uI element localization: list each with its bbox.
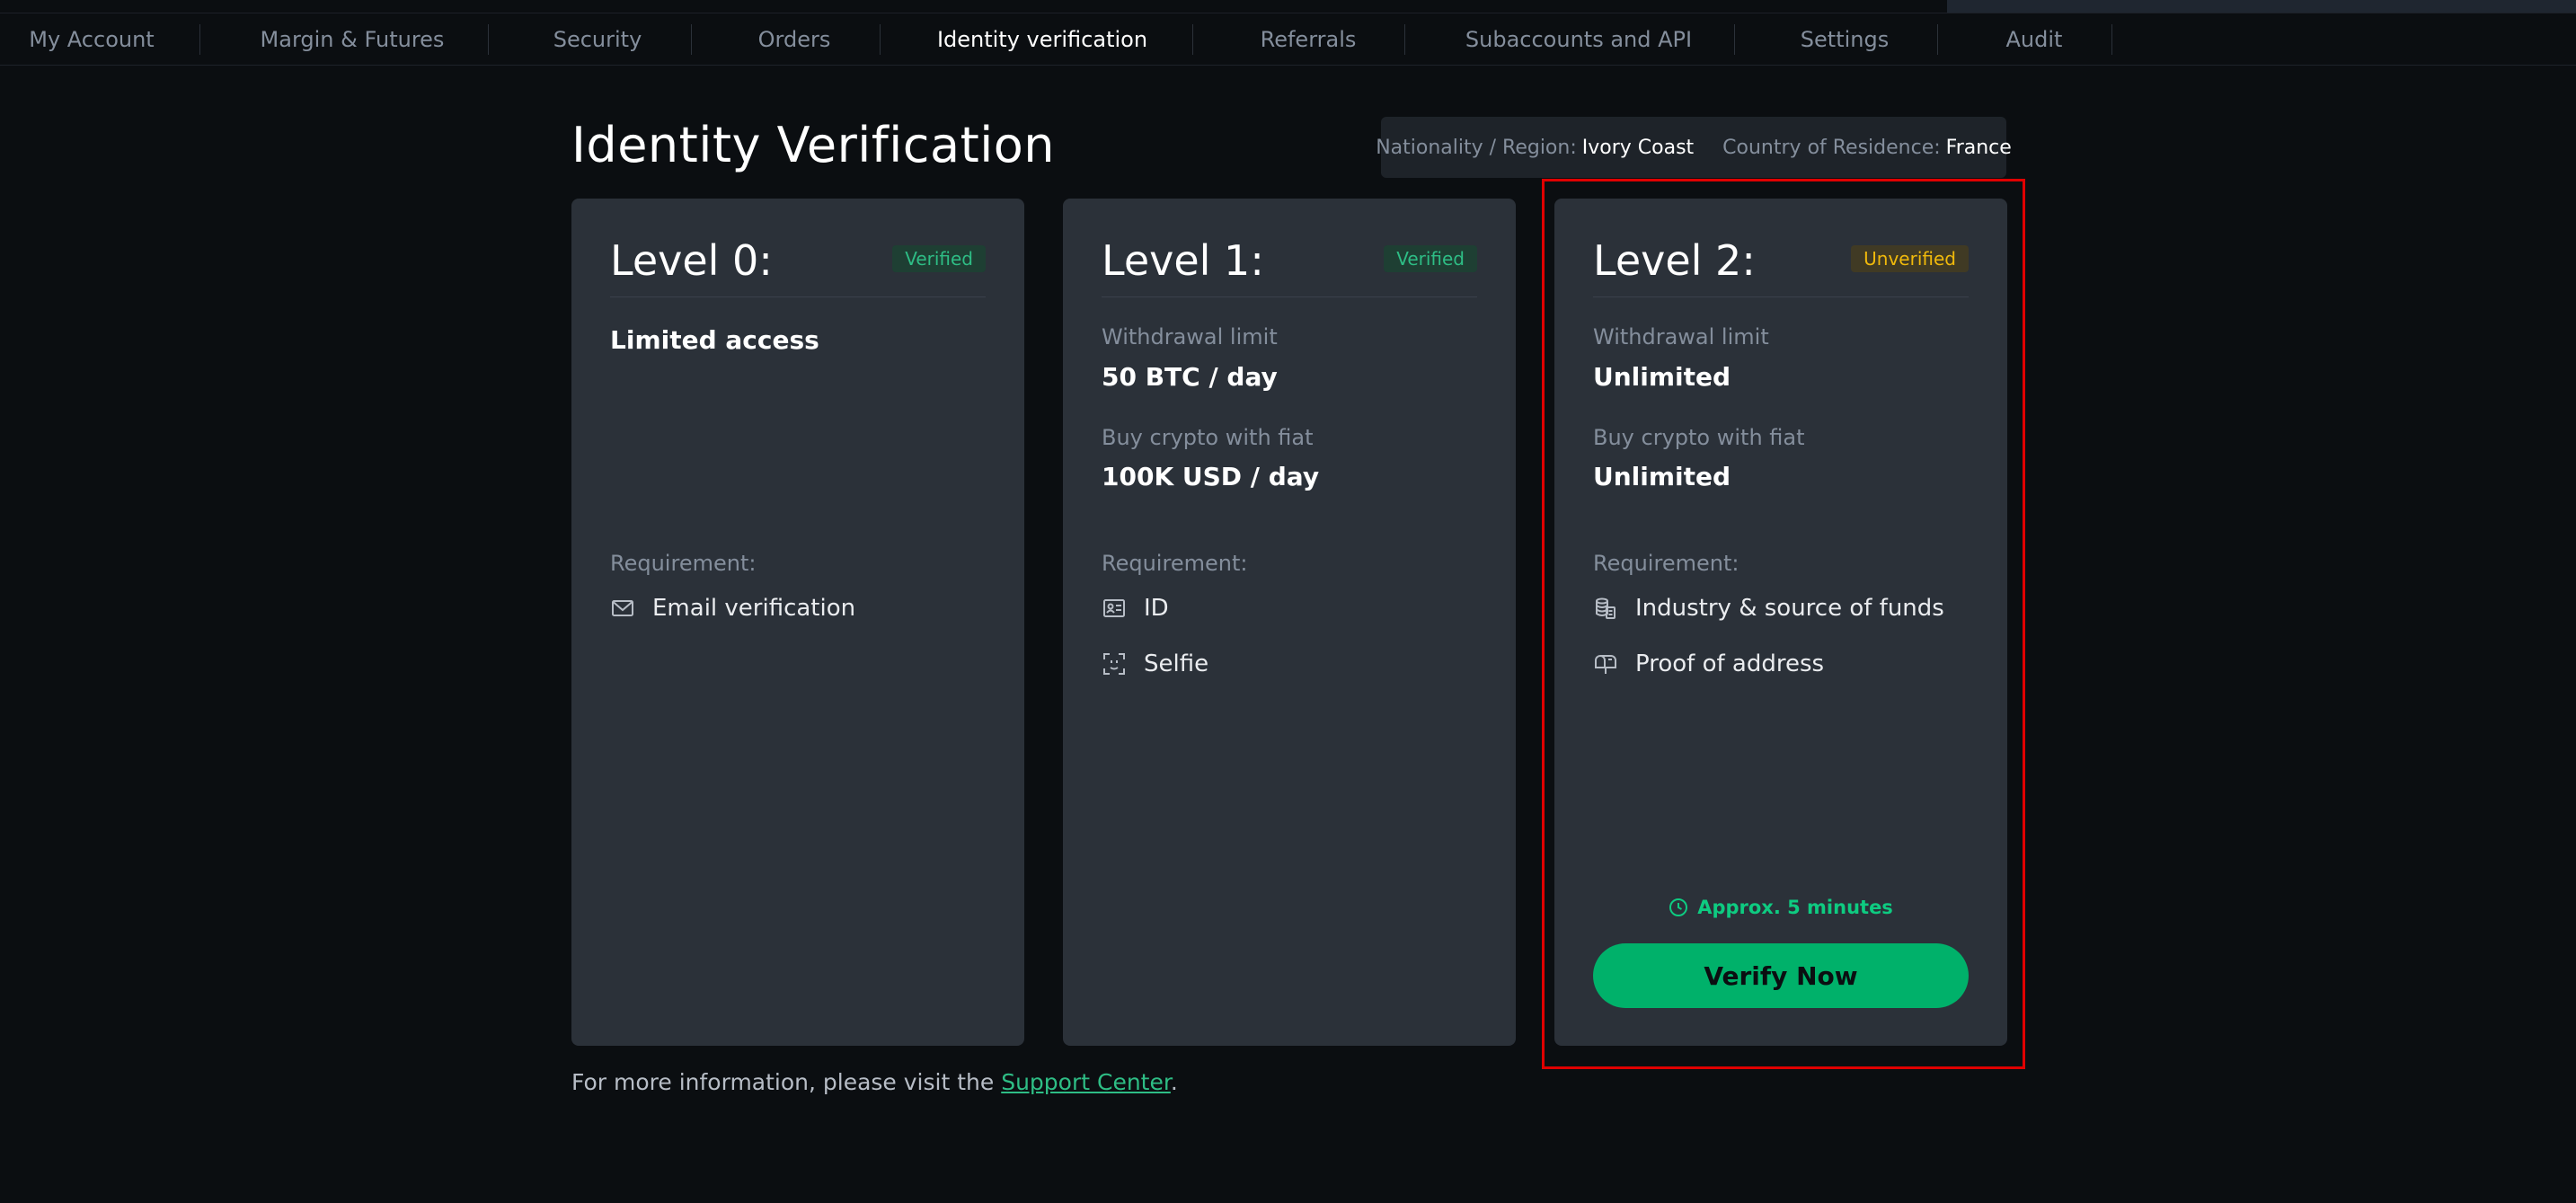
nav-item-identity-verification[interactable]: Identity verification: [890, 13, 1195, 66]
level-1-fiat-label: Buy crypto with fiat: [1102, 425, 1314, 450]
mailbox-icon: [1595, 655, 1616, 674]
nav-item-audit[interactable]: Audit: [1946, 13, 2122, 66]
requirement-label: ID: [1144, 595, 1169, 622]
face-scan-icon: [1103, 653, 1125, 675]
nav-separator: [691, 24, 692, 55]
level-1-fiat-value: 100K USD / day: [1102, 462, 1320, 491]
nav-item-security[interactable]: Security: [503, 13, 692, 66]
nav-item-orders[interactable]: Orders: [701, 13, 888, 66]
level-0-title: Level 0:: [610, 236, 773, 285]
level-0-card: Level 0: Verified Limited access Require…: [571, 199, 1024, 1046]
nav-separator: [2111, 24, 2112, 55]
nav-item-my-account[interactable]: My Account: [0, 13, 183, 66]
nav-separator: [1192, 24, 1193, 55]
nav-separator: [199, 24, 200, 55]
nav-item-settings[interactable]: Settings: [1743, 13, 1946, 66]
nav-item-margin-futures[interactable]: Margin & Futures: [216, 13, 489, 66]
nationality-value: Ivory Coast: [1581, 136, 1695, 159]
nav-item-referrals[interactable]: Referrals: [1204, 13, 1412, 66]
residence-label: Country of Residence:: [1722, 136, 1941, 159]
clock-icon: [1669, 898, 1688, 916]
level-2-withdrawal-label: Withdrawal limit: [1593, 324, 1769, 349]
level-0-headline: Limited access: [610, 325, 819, 355]
footer-prefix: For more information, please visit the: [571, 1069, 995, 1095]
verify-now-button[interactable]: Verify Now: [1593, 943, 1969, 1008]
footer-note: For more information, please visit the S…: [571, 1069, 1178, 1095]
nationality-label: Nationality / Region:: [1376, 136, 1577, 159]
level-2-header: Level 2: Unverified: [1593, 233, 1969, 297]
requirement-label: Email verification: [652, 595, 856, 622]
approx-time-text: Approx. 5 minutes: [1697, 897, 1893, 918]
level-1-requirement-label: Requirement:: [1102, 551, 1248, 576]
page-title: Identity Verification: [571, 117, 1056, 173]
level-1-title: Level 1:: [1102, 236, 1264, 285]
level-2-title: Level 2:: [1593, 236, 1756, 285]
level-1-requirement-id: ID: [1102, 592, 1169, 624]
requirement-label: Proof of address: [1635, 650, 1825, 677]
top-strip: [0, 0, 2576, 13]
mail-icon: [612, 600, 633, 616]
nav-separator: [488, 24, 489, 55]
region-info: Nationality / Region: Ivory Coast Countr…: [1376, 117, 2012, 178]
level-1-requirement-selfie: Selfie: [1102, 648, 1208, 680]
level-2-requirement-funds: Industry & source of funds: [1593, 592, 1944, 624]
level-0-status-badge: Verified: [892, 245, 986, 272]
support-center-link[interactable]: Support Center: [1001, 1069, 1171, 1095]
level-2-requirement-label: Requirement:: [1593, 551, 1739, 576]
residence-value: France: [1945, 136, 2012, 159]
level-2-withdrawal-value: Unlimited: [1593, 362, 1731, 392]
level-0-header: Level 0: Verified: [610, 233, 986, 297]
approx-time: Approx. 5 minutes: [1554, 897, 2007, 918]
nav-separator: [1734, 24, 1735, 55]
level-2-fiat-label: Buy crypto with fiat: [1593, 425, 1805, 450]
level-2-fiat-value: Unlimited: [1593, 462, 1731, 491]
nav-separator: [1937, 24, 1938, 55]
footer-suffix: .: [1170, 1069, 1178, 1095]
level-2-card: Level 2: Unverified Withdrawal limit Unl…: [1554, 199, 2007, 1046]
level-1-card: Level 1: Verified Withdrawal limit 50 BT…: [1063, 199, 1516, 1046]
id-card-icon: [1103, 599, 1125, 617]
level-0-requirement-label: Requirement:: [610, 551, 757, 576]
level-1-header: Level 1: Verified: [1102, 233, 1477, 297]
top-strip-accent: [1947, 0, 2576, 13]
nav-separator: [880, 24, 881, 55]
level-1-withdrawal-value: 50 BTC / day: [1102, 362, 1278, 392]
coins-document-icon: [1596, 597, 1616, 619]
level-0-requirement-email: Email verification: [610, 592, 855, 624]
level-1-status-badge: Verified: [1384, 245, 1477, 272]
requirement-label: Industry & source of funds: [1635, 595, 1944, 622]
nav-item-subaccounts-api[interactable]: Subaccounts and API: [1416, 13, 1741, 66]
nav-separator: [1404, 24, 1405, 55]
level-2-requirement-address: Proof of address: [1593, 648, 1824, 680]
account-navbar: My Account Margin & Futures Security Ord…: [0, 13, 2576, 66]
level-2-status-badge: Unverified: [1851, 245, 1969, 272]
requirement-label: Selfie: [1144, 650, 1209, 677]
level-1-withdrawal-label: Withdrawal limit: [1102, 324, 1278, 349]
